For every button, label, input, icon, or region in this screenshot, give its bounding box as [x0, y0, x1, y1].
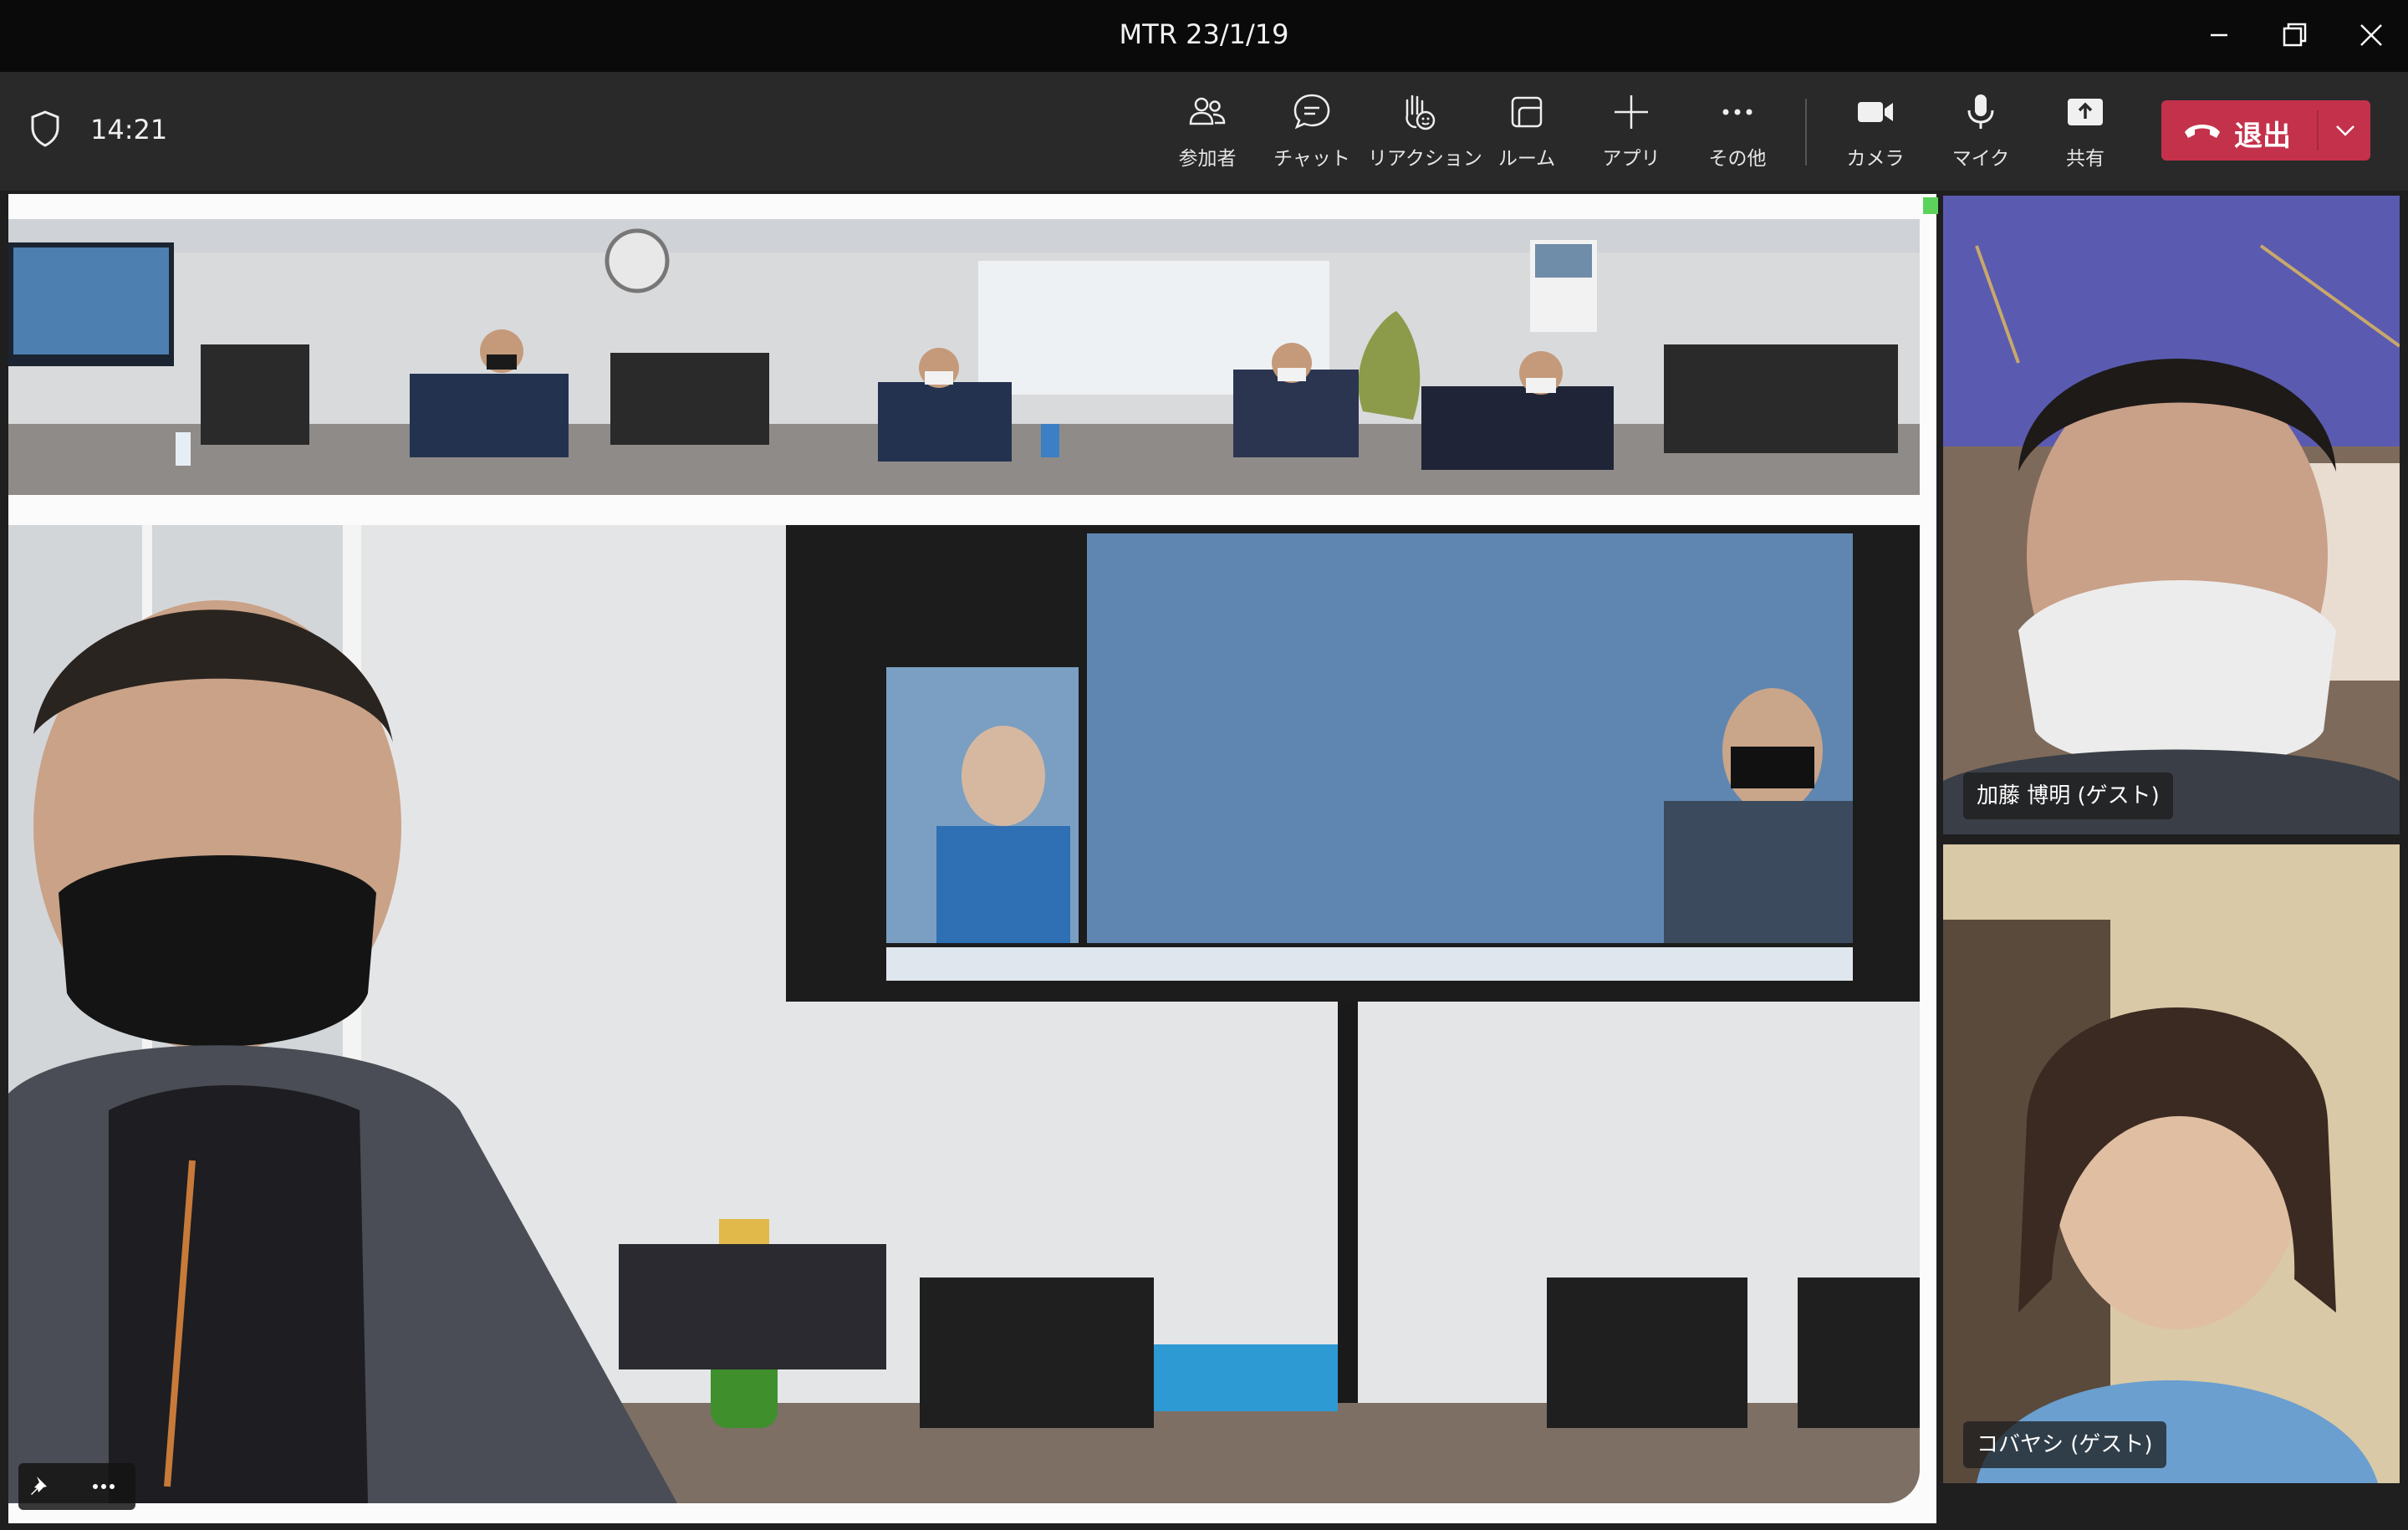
close-icon: [2360, 24, 2382, 46]
share-icon: [2068, 99, 2103, 125]
minimize-button[interactable]: [2194, 12, 2244, 59]
chevron-down-icon: [2336, 125, 2354, 136]
restore-button[interactable]: [2269, 12, 2319, 59]
camera-label: カメラ: [1846, 148, 1905, 170]
meeting-timer: 14:21: [90, 114, 168, 145]
plus-icon: [1615, 95, 1648, 129]
leave-label: 退出: [2234, 120, 2291, 153]
video-stage: [8, 194, 1938, 1523]
participants-button[interactable]: 参加者: [1158, 90, 1257, 177]
participant-tile[interactable]: コバヤシ (ゲスト): [1943, 844, 2400, 1483]
participant-name: 加藤 博明 (ゲスト): [1963, 773, 2173, 819]
apps-label: アプリ: [1602, 148, 1661, 170]
chat-label: チャット: [1273, 148, 1350, 170]
mic-label: マイク: [1951, 148, 2010, 170]
rooms-label: ルーム: [1497, 148, 1556, 170]
main-video-feed[interactable]: [8, 525, 1920, 1503]
participant-name: コバヤシ (ゲスト): [1963, 1421, 2166, 1468]
minimize-icon: [2211, 33, 2227, 37]
restore-icon: [2283, 23, 2307, 47]
pin-icon[interactable]: [27, 1473, 54, 1500]
shield-icon: [31, 110, 59, 147]
participant-video: [1943, 844, 2400, 1483]
hang-up-icon: [2185, 125, 2220, 138]
more-button[interactable]: その他: [1688, 90, 1787, 177]
reactions-button[interactable]: リアクション: [1368, 90, 1482, 177]
meeting-toolbar: 14:21 参加者 チャット リアクション ルーム アプリ その他 カメラ マイ…: [0, 72, 2408, 191]
raise-hand-icon: [1406, 94, 1436, 130]
share-label: 共有: [2066, 148, 2104, 170]
title-bar: MTR 23/1/19: [0, 0, 2408, 72]
video-options-bar: [18, 1463, 135, 1510]
toolbar-divider: [1805, 99, 1807, 166]
more-icon: [1722, 109, 1752, 115]
leave-button[interactable]: 退出: [2161, 100, 2317, 161]
participants-label: 参加者: [1178, 148, 1237, 170]
leave-divider: [2317, 110, 2319, 150]
mic-button[interactable]: マイク: [1931, 90, 2030, 177]
leave-options-button[interactable]: [2320, 100, 2370, 161]
camera-button[interactable]: カメラ: [1826, 90, 1925, 177]
people-icon: [1189, 97, 1226, 125]
rooms-button[interactable]: ルーム: [1477, 90, 1576, 177]
close-button[interactable]: [2346, 12, 2396, 59]
reactions-label: リアクション: [1368, 148, 1482, 170]
rooms-icon: [1511, 96, 1543, 128]
camera-icon: [1858, 102, 1893, 122]
leave-button-group: 退出: [2161, 100, 2370, 161]
window-title: MTR 23/1/19: [1119, 18, 1289, 50]
room-panorama-feed[interactable]: [8, 219, 1920, 495]
share-button[interactable]: 共有: [2036, 90, 2135, 177]
participant-video: [1943, 196, 2400, 834]
apps-button[interactable]: アプリ: [1582, 90, 1681, 177]
participant-tile[interactable]: 加藤 博明 (ゲスト): [1943, 196, 2400, 834]
status-indicator: [1923, 197, 1938, 214]
chat-icon: [1293, 94, 1330, 130]
more-options-icon[interactable]: [90, 1473, 117, 1500]
chat-button[interactable]: チャット: [1263, 90, 1361, 177]
mic-icon: [1967, 94, 1994, 129]
more-label: その他: [1708, 148, 1767, 170]
